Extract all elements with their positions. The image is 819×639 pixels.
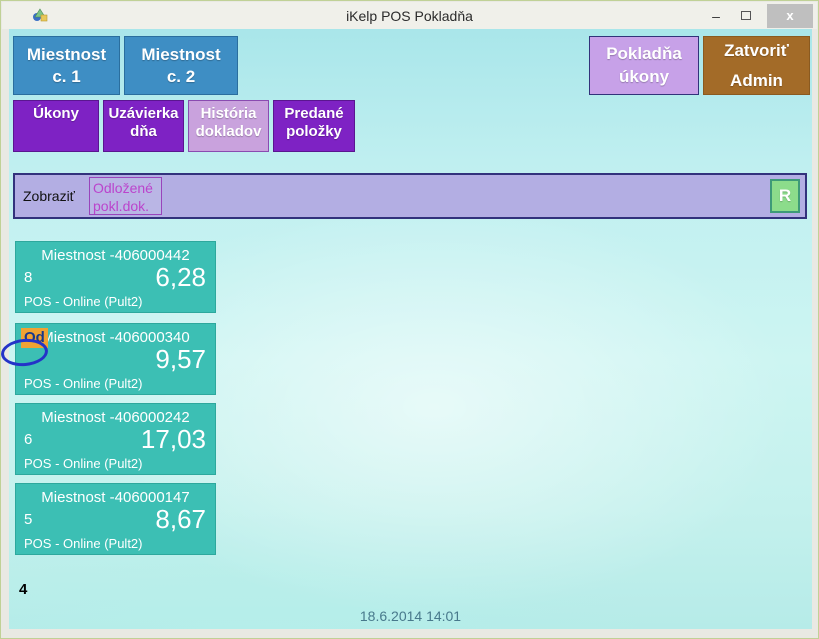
tab-historia-dokladov[interactable]: História dokladov [188,100,269,152]
document-card[interactable]: Miestnost -406000242 6 17,03 POS - Onlin… [15,403,216,475]
minimize-button[interactable]: – [701,5,731,27]
document-source: POS - Online (Pult2) [24,294,143,309]
document-amount: 6,28 [155,264,206,290]
document-count: 6 [24,431,32,448]
document-title: Miestnost -406000242 [16,404,215,426]
status-datetime: 18.6.2014 14:01 [9,608,812,624]
app-window: iKelp POS Pokladňa – x Miestnost c. 1 Mi… [0,0,819,639]
maximize-button[interactable] [731,5,761,27]
document-amount: 8,67 [155,506,206,532]
document-count: 8 [24,269,32,286]
deferred-badge: Od [21,328,48,348]
window-title: iKelp POS Pokladňa [2,8,817,24]
window-controls: – x [701,2,813,29]
tab-predane-polozky[interactable]: Predané položky [273,100,355,152]
document-card[interactable]: Miestnost -406000147 5 8,67 POS - Online… [15,483,216,555]
filter-label: Zobraziť [23,175,75,217]
document-title: Miestnost -406000147 [16,484,215,506]
document-count: 5 [24,511,32,528]
room-2-button[interactable]: Miestnost c. 2 [124,36,238,95]
main-area: Miestnost c. 1 Miestnost c. 2 Pokladňa ú… [9,29,812,629]
filter-bar: Zobraziť Odložené pokl.dok. R [13,173,807,219]
room-1-button[interactable]: Miestnost c. 1 [13,36,120,95]
title-bar: iKelp POS Pokladňa – x [2,2,817,29]
zatvorit-admin-button[interactable]: Zatvoriť Admin [703,36,810,95]
document-card[interactable]: Od Miestnost -406000340 9,57 POS - Onlin… [15,323,216,395]
document-title: Miestnost -406000442 [16,242,215,264]
document-source: POS - Online (Pult2) [24,536,143,551]
document-amount: 9,57 [155,346,206,372]
maximize-icon [741,11,751,20]
tab-uzavierka-dna[interactable]: Uzávierka dňa [103,100,184,152]
document-source: POS - Online (Pult2) [24,456,143,471]
document-source: POS - Online (Pult2) [24,376,143,391]
pokladna-ukony-button[interactable]: Pokladňa úkony [589,36,699,95]
document-card[interactable]: Miestnost -406000442 8 6,28 POS - Online… [15,241,216,313]
deferred-documents-button[interactable]: Odložené pokl.dok. [89,177,162,215]
close-button[interactable]: x [767,4,813,28]
tab-ukony[interactable]: Úkony [13,100,99,152]
document-amount: 17,03 [141,426,206,452]
document-count-total: 4 [19,581,27,598]
refresh-button[interactable]: R [770,179,800,213]
